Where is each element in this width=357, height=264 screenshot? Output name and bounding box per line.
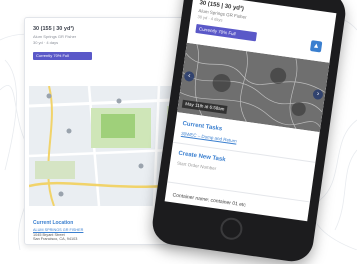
container-name-text: Container name: container 01 etc (172, 192, 247, 209)
phone-screen: 30 (155 | 30 yd³) Alum Springs GR Fisher… (164, 0, 337, 222)
phone-header: 30 (155 | 30 yd³) Alum Springs GR Fisher… (197, 0, 248, 26)
task-link[interactable]: 30WEC – Dump and Return (181, 131, 237, 144)
home-button[interactable] (218, 216, 244, 242)
location-name-link[interactable]: ALUM SPRINGS GR FISHER (33, 228, 83, 232)
bin-photo[interactable] (177, 42, 330, 133)
address-line-2: San Francisco, CA, 94103 (33, 237, 78, 241)
bin-meta: 30 yd · 4 days (33, 40, 59, 45)
current-tasks-heading: Current Tasks (182, 120, 223, 133)
bin-title: 30 (155 | 30 yd³) (33, 26, 74, 32)
current-location-heading: Current Location (33, 220, 74, 226)
create-task-hint: Start Order Number (176, 160, 217, 172)
phone-fill-status-badge: Currently 70% Full (195, 23, 257, 42)
camera-icon[interactable]: ▲ (309, 40, 323, 53)
fill-status-badge: Currently 70% Full (33, 52, 92, 60)
bin-site-name: Alum Springs GR Fisher (33, 34, 77, 39)
card-header: 30 (155 | 30 yd³) Alum Springs GR Fisher… (33, 26, 76, 45)
